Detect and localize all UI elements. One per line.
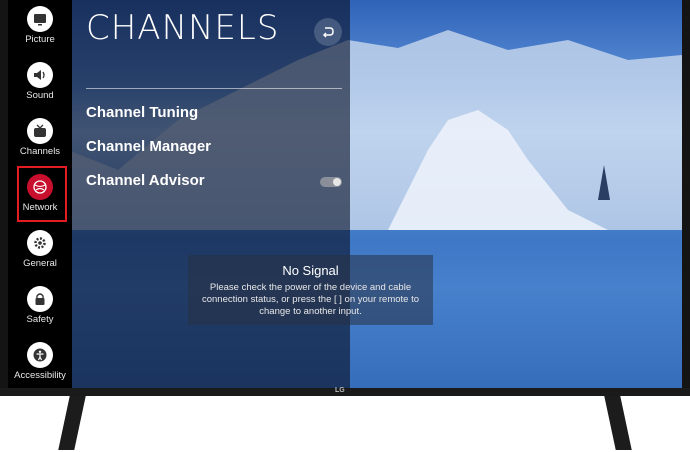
no-signal-message: Please check the power of the device and… (201, 282, 420, 317)
sidebar-item-sound[interactable]: Sound (8, 58, 72, 114)
tv-bezel (0, 388, 690, 396)
sidebar-selection-highlight (17, 166, 67, 222)
sidebar-item-label: Channels (19, 146, 61, 157)
sidebar-item-label: Picture (25, 34, 55, 45)
sidebar-item-label: Accessibility (14, 370, 66, 381)
gear-icon (27, 230, 53, 256)
sidebar-item-general[interactable]: General (8, 226, 72, 282)
no-signal-title: No Signal (282, 263, 339, 278)
menu-item-channel-tuning[interactable]: Channel Tuning (86, 104, 198, 121)
tv-leg-right (604, 396, 632, 450)
lock-icon (27, 286, 53, 312)
sidebar-item-safety[interactable]: Safety (8, 282, 72, 338)
picture-icon (27, 6, 53, 32)
sidebar-item-accessibility[interactable]: Accessibility (8, 338, 72, 394)
sidebar-item-label: General (23, 258, 57, 269)
tv-leg-left (58, 396, 86, 450)
sidebar-item-label: Sound (26, 90, 54, 101)
accessibility-icon (27, 342, 53, 368)
channels-icon (27, 118, 53, 144)
sound-icon (27, 62, 53, 88)
sidebar-item-channels[interactable]: Channels (8, 114, 72, 170)
menu-item-channel-manager[interactable]: Channel Manager (86, 138, 211, 155)
page-title: CHANNELS (86, 8, 280, 48)
tv-screen (8, 0, 682, 388)
menu-item-channel-advisor[interactable]: Channel Advisor (86, 172, 205, 189)
back-arrow-icon (322, 27, 334, 38)
brand-logo: LG (335, 387, 345, 394)
title-divider (86, 88, 342, 89)
back-button[interactable] (314, 18, 342, 46)
no-signal-dialog: No Signal Please check the power of the … (188, 255, 433, 325)
channel-advisor-toggle[interactable] (320, 177, 342, 187)
sidebar-item-picture[interactable]: Picture (8, 2, 72, 58)
sidebar-item-label: Safety (26, 314, 54, 325)
